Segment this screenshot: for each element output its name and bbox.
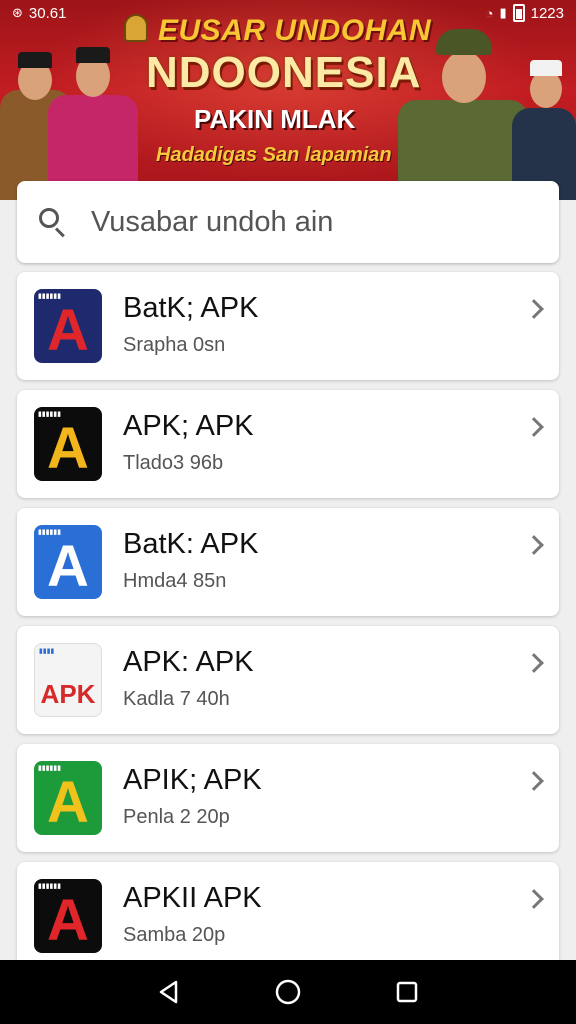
banner-title-line2: NDOONESIA bbox=[146, 48, 422, 97]
chevron-right-icon bbox=[524, 653, 544, 673]
list-item[interactable]: ▮▮▮▮▮▮ A BatK; APK Srapha 0sn bbox=[17, 272, 559, 380]
chevron-right-icon bbox=[524, 417, 544, 437]
app-subtitle: Hmda4 85n bbox=[123, 570, 227, 592]
home-circle-icon bbox=[275, 979, 301, 1005]
app-subtitle: Penla 2 20p bbox=[123, 806, 230, 828]
chevron-right-icon bbox=[524, 771, 544, 791]
app-icon: ▮▮▮▮ APK bbox=[34, 643, 102, 717]
list-item[interactable]: ▮▮▮▮▮▮ A APKII APK Samba 20p bbox=[17, 862, 559, 970]
app-title: APKII APK bbox=[123, 882, 262, 914]
app-title: APIK; APK bbox=[123, 764, 262, 796]
back-button[interactable] bbox=[149, 972, 189, 1012]
list-item[interactable]: ▮▮▮▮▮▮ A APK; APK Tlado3 96b bbox=[17, 390, 559, 498]
app-subtitle: Samba 20p bbox=[123, 924, 226, 946]
search-placeholder: Vusabar undoh ain bbox=[91, 205, 334, 238]
notification-icon: ⊛ bbox=[12, 5, 23, 20]
status-bar: ⊛ 30.61 ◔ ▮ 1223 bbox=[0, 0, 576, 26]
system-nav-bar bbox=[0, 960, 576, 1024]
search-input[interactable]: Vusabar undoh ain bbox=[17, 181, 559, 263]
status-time-left: 30.61 bbox=[28, 4, 67, 22]
chevron-right-icon bbox=[524, 535, 544, 555]
app-title: APK; APK bbox=[123, 410, 254, 442]
banner-figure-right bbox=[512, 40, 576, 200]
battery-icon bbox=[512, 4, 525, 22]
banner-title-line4: Hadadigas San lapamian bbox=[156, 144, 392, 166]
app-icon: ▮▮▮▮▮▮ A bbox=[34, 761, 102, 835]
chevron-right-icon bbox=[524, 889, 544, 909]
signal-icon: ▮ bbox=[499, 5, 507, 20]
list-item[interactable]: ▮▮▮▮▮▮ A APIK; APK Penla 2 20p bbox=[17, 744, 559, 852]
app-icon: ▮▮▮▮▮▮ A bbox=[34, 525, 102, 599]
chevron-right-icon bbox=[524, 299, 544, 319]
banner-title-line3: PAKIN MLAK bbox=[194, 104, 356, 134]
banner-figure-woman bbox=[48, 25, 138, 200]
list-item[interactable]: ▮▮▮▮▮▮ A BatK: APK Hmda4 85n bbox=[17, 508, 559, 616]
wifi-icon: ◔ bbox=[485, 5, 494, 21]
app-title: APK: APK bbox=[123, 646, 254, 678]
app-icon: ▮▮▮▮▮▮ A bbox=[34, 407, 102, 481]
app-icon: ▮▮▮▮▮▮ A bbox=[34, 879, 102, 953]
app-subtitle: Tlado3 96b bbox=[123, 452, 224, 474]
search-icon bbox=[37, 206, 69, 238]
app-subtitle: Srapha 0sn bbox=[123, 334, 226, 356]
back-triangle-icon bbox=[160, 980, 178, 1004]
app-title: BatK; APK bbox=[123, 292, 259, 324]
app-subtitle: Kadla 7 40h bbox=[123, 688, 230, 710]
recents-button[interactable] bbox=[387, 972, 427, 1012]
header-banner: ⊛ 30.61 ◔ ▮ 1223 EUSAR UNDOHAN NDOONESIA… bbox=[0, 0, 576, 200]
app-icon: ▮▮▮▮▮▮ A bbox=[34, 289, 102, 363]
app-title: BatK: APK bbox=[123, 528, 259, 560]
recents-square-icon bbox=[396, 981, 417, 1003]
home-button[interactable] bbox=[268, 972, 308, 1012]
status-time-right: 1223 bbox=[530, 4, 564, 22]
list-item[interactable]: ▮▮▮▮ APK APK: APK Kadla 7 40h bbox=[17, 626, 559, 734]
